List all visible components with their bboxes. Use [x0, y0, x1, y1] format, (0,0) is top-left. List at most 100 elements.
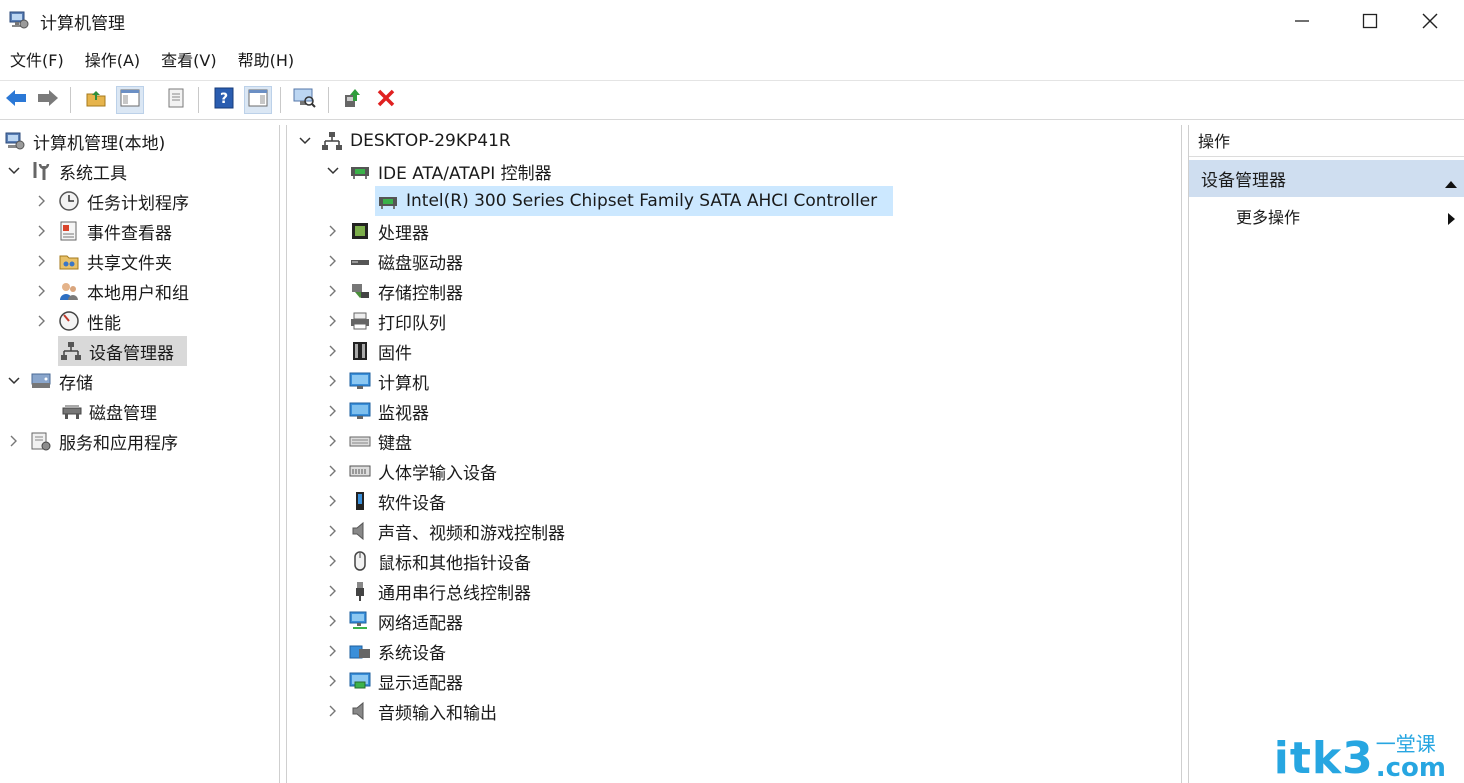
- device-category-keyboard[interactable]: 键盘: [325, 427, 412, 455]
- properties-button[interactable]: [162, 86, 190, 114]
- menu-help[interactable]: 帮助(H): [228, 44, 306, 78]
- tree-item-label: 系统工具: [59, 163, 127, 184]
- tree-item-disk-management[interactable]: 磁盘管理: [58, 397, 157, 425]
- tree-item-storage[interactable]: 存储: [6, 367, 93, 395]
- device-category-firmware[interactable]: 固件: [325, 337, 412, 365]
- menu-file[interactable]: 文件(F): [0, 44, 75, 78]
- device-item-sata-ahci-controller[interactable]: Intel(R) 300 Series Chipset Family SATA …: [375, 186, 893, 216]
- tree-item-label: 事件查看器: [87, 223, 172, 244]
- device-tree-root[interactable]: DESKTOP-29KP41R: [297, 127, 511, 155]
- device-category-network-adapter[interactable]: 网络适配器: [325, 607, 463, 635]
- uninstall-button[interactable]: [372, 86, 400, 114]
- chevron-right-icon[interactable]: [325, 703, 341, 719]
- chevron-right-icon[interactable]: [325, 433, 341, 449]
- device-category-monitor[interactable]: 监视器: [325, 397, 429, 425]
- chevron-right-icon[interactable]: [34, 253, 50, 269]
- chevron-right-icon[interactable]: [325, 373, 341, 389]
- device-category-audio-io[interactable]: 音频输入和输出: [325, 697, 497, 725]
- chevron-right-icon[interactable]: [34, 283, 50, 299]
- chevron-down-icon[interactable]: [6, 163, 22, 179]
- update-driver-icon: [341, 87, 363, 114]
- tree-item-performance[interactable]: 性能: [34, 307, 121, 335]
- tree-item-device-manager[interactable]: 设备管理器: [58, 336, 187, 366]
- device-item-label: Intel(R) 300 Series Chipset Family SATA …: [406, 191, 878, 211]
- chevron-right-icon[interactable]: [325, 463, 341, 479]
- tree-item-services-apps[interactable]: 服务和应用程序: [6, 427, 178, 455]
- chevron-right-icon[interactable]: [325, 283, 341, 299]
- watermark-tld: .com: [1375, 753, 1446, 783]
- menu-view[interactable]: 查看(V): [151, 44, 227, 78]
- chevron-right-icon[interactable]: [325, 313, 341, 329]
- chevron-right-icon[interactable]: [325, 523, 341, 539]
- device-category-display-adapter[interactable]: 显示适配器: [325, 667, 463, 695]
- collapse-up-icon[interactable]: [1445, 173, 1457, 193]
- chevron-right-icon[interactable]: [325, 613, 341, 629]
- system-tools-icon: [30, 160, 52, 182]
- device-category-printer[interactable]: 打印队列: [325, 307, 446, 335]
- chevron-right-icon[interactable]: [34, 223, 50, 239]
- device-category-label: 磁盘驱动器: [378, 253, 463, 274]
- properties-icon: [166, 88, 186, 113]
- tree-item-event-viewer[interactable]: 事件查看器: [34, 217, 172, 245]
- chevron-right-icon[interactable]: [325, 553, 341, 569]
- actions-section-device-manager[interactable]: 设备管理器: [1189, 160, 1464, 197]
- minimize-button[interactable]: [1268, 0, 1336, 42]
- chevron-right-icon[interactable]: [325, 223, 341, 239]
- chevron-down-icon[interactable]: [6, 373, 22, 389]
- device-category-computer[interactable]: 计算机: [325, 367, 429, 395]
- back-button[interactable]: [2, 86, 30, 114]
- mouse-icon: [349, 550, 371, 572]
- device-category-disk-drive[interactable]: 磁盘驱动器: [325, 247, 463, 275]
- chevron-right-icon[interactable]: [325, 493, 341, 509]
- update-driver-button[interactable]: [338, 86, 366, 114]
- device-category-label: 显示适配器: [378, 673, 463, 694]
- event-viewer-icon: [58, 220, 80, 242]
- chevron-right-icon[interactable]: [325, 583, 341, 599]
- chevron-right-icon[interactable]: [34, 313, 50, 329]
- submenu-arrow-icon: [1448, 210, 1455, 229]
- device-category-system-device[interactable]: 系统设备: [325, 637, 446, 665]
- device-category-processor[interactable]: 处理器: [325, 217, 429, 245]
- maximize-button[interactable]: [1336, 0, 1404, 42]
- chevron-right-icon[interactable]: [325, 673, 341, 689]
- device-category-label: 人体学输入设备: [378, 463, 497, 484]
- scan-hardware-button[interactable]: [290, 86, 318, 114]
- up-button[interactable]: [82, 86, 110, 114]
- chevron-right-icon[interactable]: [6, 433, 22, 449]
- tree-item-system-tools[interactable]: 系统工具: [6, 157, 127, 185]
- chevron-down-icon[interactable]: [297, 133, 313, 149]
- printer-icon: [349, 310, 371, 332]
- audio-io-icon: [349, 700, 371, 722]
- ide-controller-icon: [377, 190, 399, 212]
- device-category-hid[interactable]: 人体学输入设备: [325, 457, 497, 485]
- more-actions-label: 更多操作: [1236, 208, 1301, 227]
- tree-item-label: 磁盘管理: [89, 403, 157, 424]
- chevron-right-icon[interactable]: [325, 403, 341, 419]
- device-category-software-device[interactable]: 软件设备: [325, 487, 446, 515]
- chevron-right-icon[interactable]: [325, 253, 341, 269]
- more-actions-item[interactable]: 更多操作: [1189, 201, 1464, 231]
- device-category-ide[interactable]: IDE ATA/ATAPI 控制器: [325, 157, 552, 185]
- device-category-speaker[interactable]: 声音、视频和游戏控制器: [325, 517, 565, 545]
- tree-root[interactable]: 计算机管理(本地): [4, 127, 165, 155]
- close-button[interactable]: [1396, 0, 1464, 42]
- show-hide-tree-button[interactable]: [116, 86, 144, 114]
- tree-item-task-scheduler[interactable]: 任务计划程序: [34, 187, 189, 215]
- device-category-label: 声音、视频和游戏控制器: [378, 523, 565, 544]
- chevron-right-icon[interactable]: [325, 643, 341, 659]
- forward-button[interactable]: [34, 86, 62, 114]
- svg-text:?: ?: [220, 91, 228, 107]
- tree-item-local-users[interactable]: 本地用户和组: [34, 277, 189, 305]
- tree-item-shared-folders[interactable]: 共享文件夹: [34, 247, 172, 275]
- chevron-right-icon[interactable]: [325, 343, 341, 359]
- help-button[interactable]: ?: [210, 86, 238, 114]
- action-pane-button[interactable]: [244, 86, 272, 114]
- chevron-right-icon[interactable]: [34, 193, 50, 209]
- title-bar: 计算机管理: [0, 0, 1464, 42]
- chevron-down-icon[interactable]: [325, 163, 341, 179]
- menu-action[interactable]: 操作(A): [75, 44, 151, 78]
- device-category-mouse[interactable]: 鼠标和其他指针设备: [325, 547, 531, 575]
- device-category-storage-controller[interactable]: 存储控制器: [325, 277, 463, 305]
- computer-root-icon: [321, 130, 343, 152]
- device-category-usb[interactable]: 通用串行总线控制器: [325, 577, 531, 605]
